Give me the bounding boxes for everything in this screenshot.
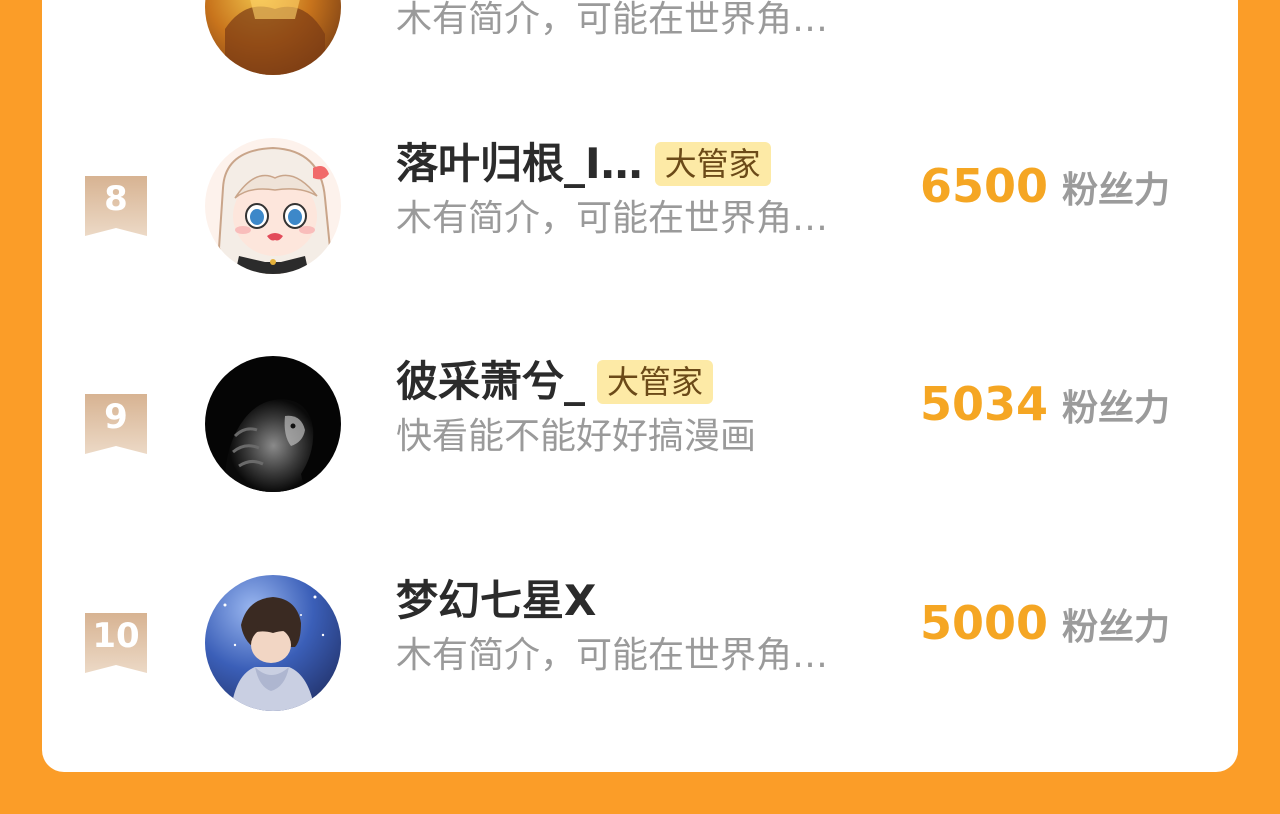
fans-value: 5034 (919, 377, 1048, 431)
leaderboard-row-partial[interactable]: 木有简介，可能在世界角… (42, 0, 1238, 79)
user-bio: 木有简介，可能在世界角… (396, 0, 829, 40)
name-line: 落叶归根_I… 大管家 (396, 138, 771, 190)
role-badge: 大管家 (597, 360, 714, 404)
leaderboard-row[interactable]: 9 彼采萧兮_ 大管家 快看能不能好好搞漫画 5034 粉丝力 (42, 336, 1238, 496)
rank-badge: 10 (85, 613, 147, 675)
avatar-image (225, 0, 325, 75)
user-name[interactable]: 彼采萧兮_ (396, 356, 585, 408)
role-badge: 大管家 (654, 142, 771, 186)
fans-stat: 6500 粉丝力 (920, 159, 1170, 213)
fans-value: 5000 (919, 596, 1048, 650)
user-bio: 快看能不能好好搞漫画 (396, 416, 757, 457)
user-bio: 木有简介，可能在世界角… (396, 635, 829, 676)
leaderboard-row[interactable]: 8 落叶归根_I… 大管家 木有简介，可能在世界角… 6500 粉丝力 (42, 118, 1238, 278)
fans-unit: 粉丝力 (1061, 388, 1170, 429)
rank-number: 10 (92, 616, 140, 656)
user-name[interactable]: 梦幻七星X (396, 575, 596, 627)
fans-stat: 5000 粉丝力 (920, 596, 1170, 650)
rank-badge: 9 (85, 394, 147, 456)
lion-avatar (224, 399, 314, 492)
leaderboard-card: 木有简介，可能在世界角… 8 落叶归根_I… 大管家 木有简介，可能在世界角… … (42, 0, 1238, 772)
rank-number: 9 (104, 397, 128, 437)
anime-girl-avatar (217, 146, 333, 274)
fans-stat: 5034 粉丝力 (920, 377, 1170, 431)
name-line: 梦幻七星X (396, 575, 596, 627)
avatar[interactable] (205, 0, 341, 75)
rank-badge: 8 (85, 176, 147, 238)
fans-value: 6500 (919, 159, 1048, 213)
name-line: 彼采萧兮_ 大管家 (396, 356, 714, 408)
avatar[interactable] (205, 575, 341, 711)
fans-unit: 粉丝力 (1061, 170, 1170, 211)
avatar[interactable] (205, 138, 341, 274)
fans-unit: 粉丝力 (1061, 607, 1170, 648)
avatar[interactable] (205, 356, 341, 492)
user-name[interactable]: 落叶归根_I… (396, 138, 643, 190)
leaderboard-row[interactable]: 10 梦幻七星X 木有简介，可能在世界角… 5000 粉丝力 (42, 555, 1238, 715)
starry-boy-avatar (223, 595, 325, 711)
rank-number: 8 (104, 179, 128, 219)
user-bio: 木有简介，可能在世界角… (396, 198, 829, 239)
